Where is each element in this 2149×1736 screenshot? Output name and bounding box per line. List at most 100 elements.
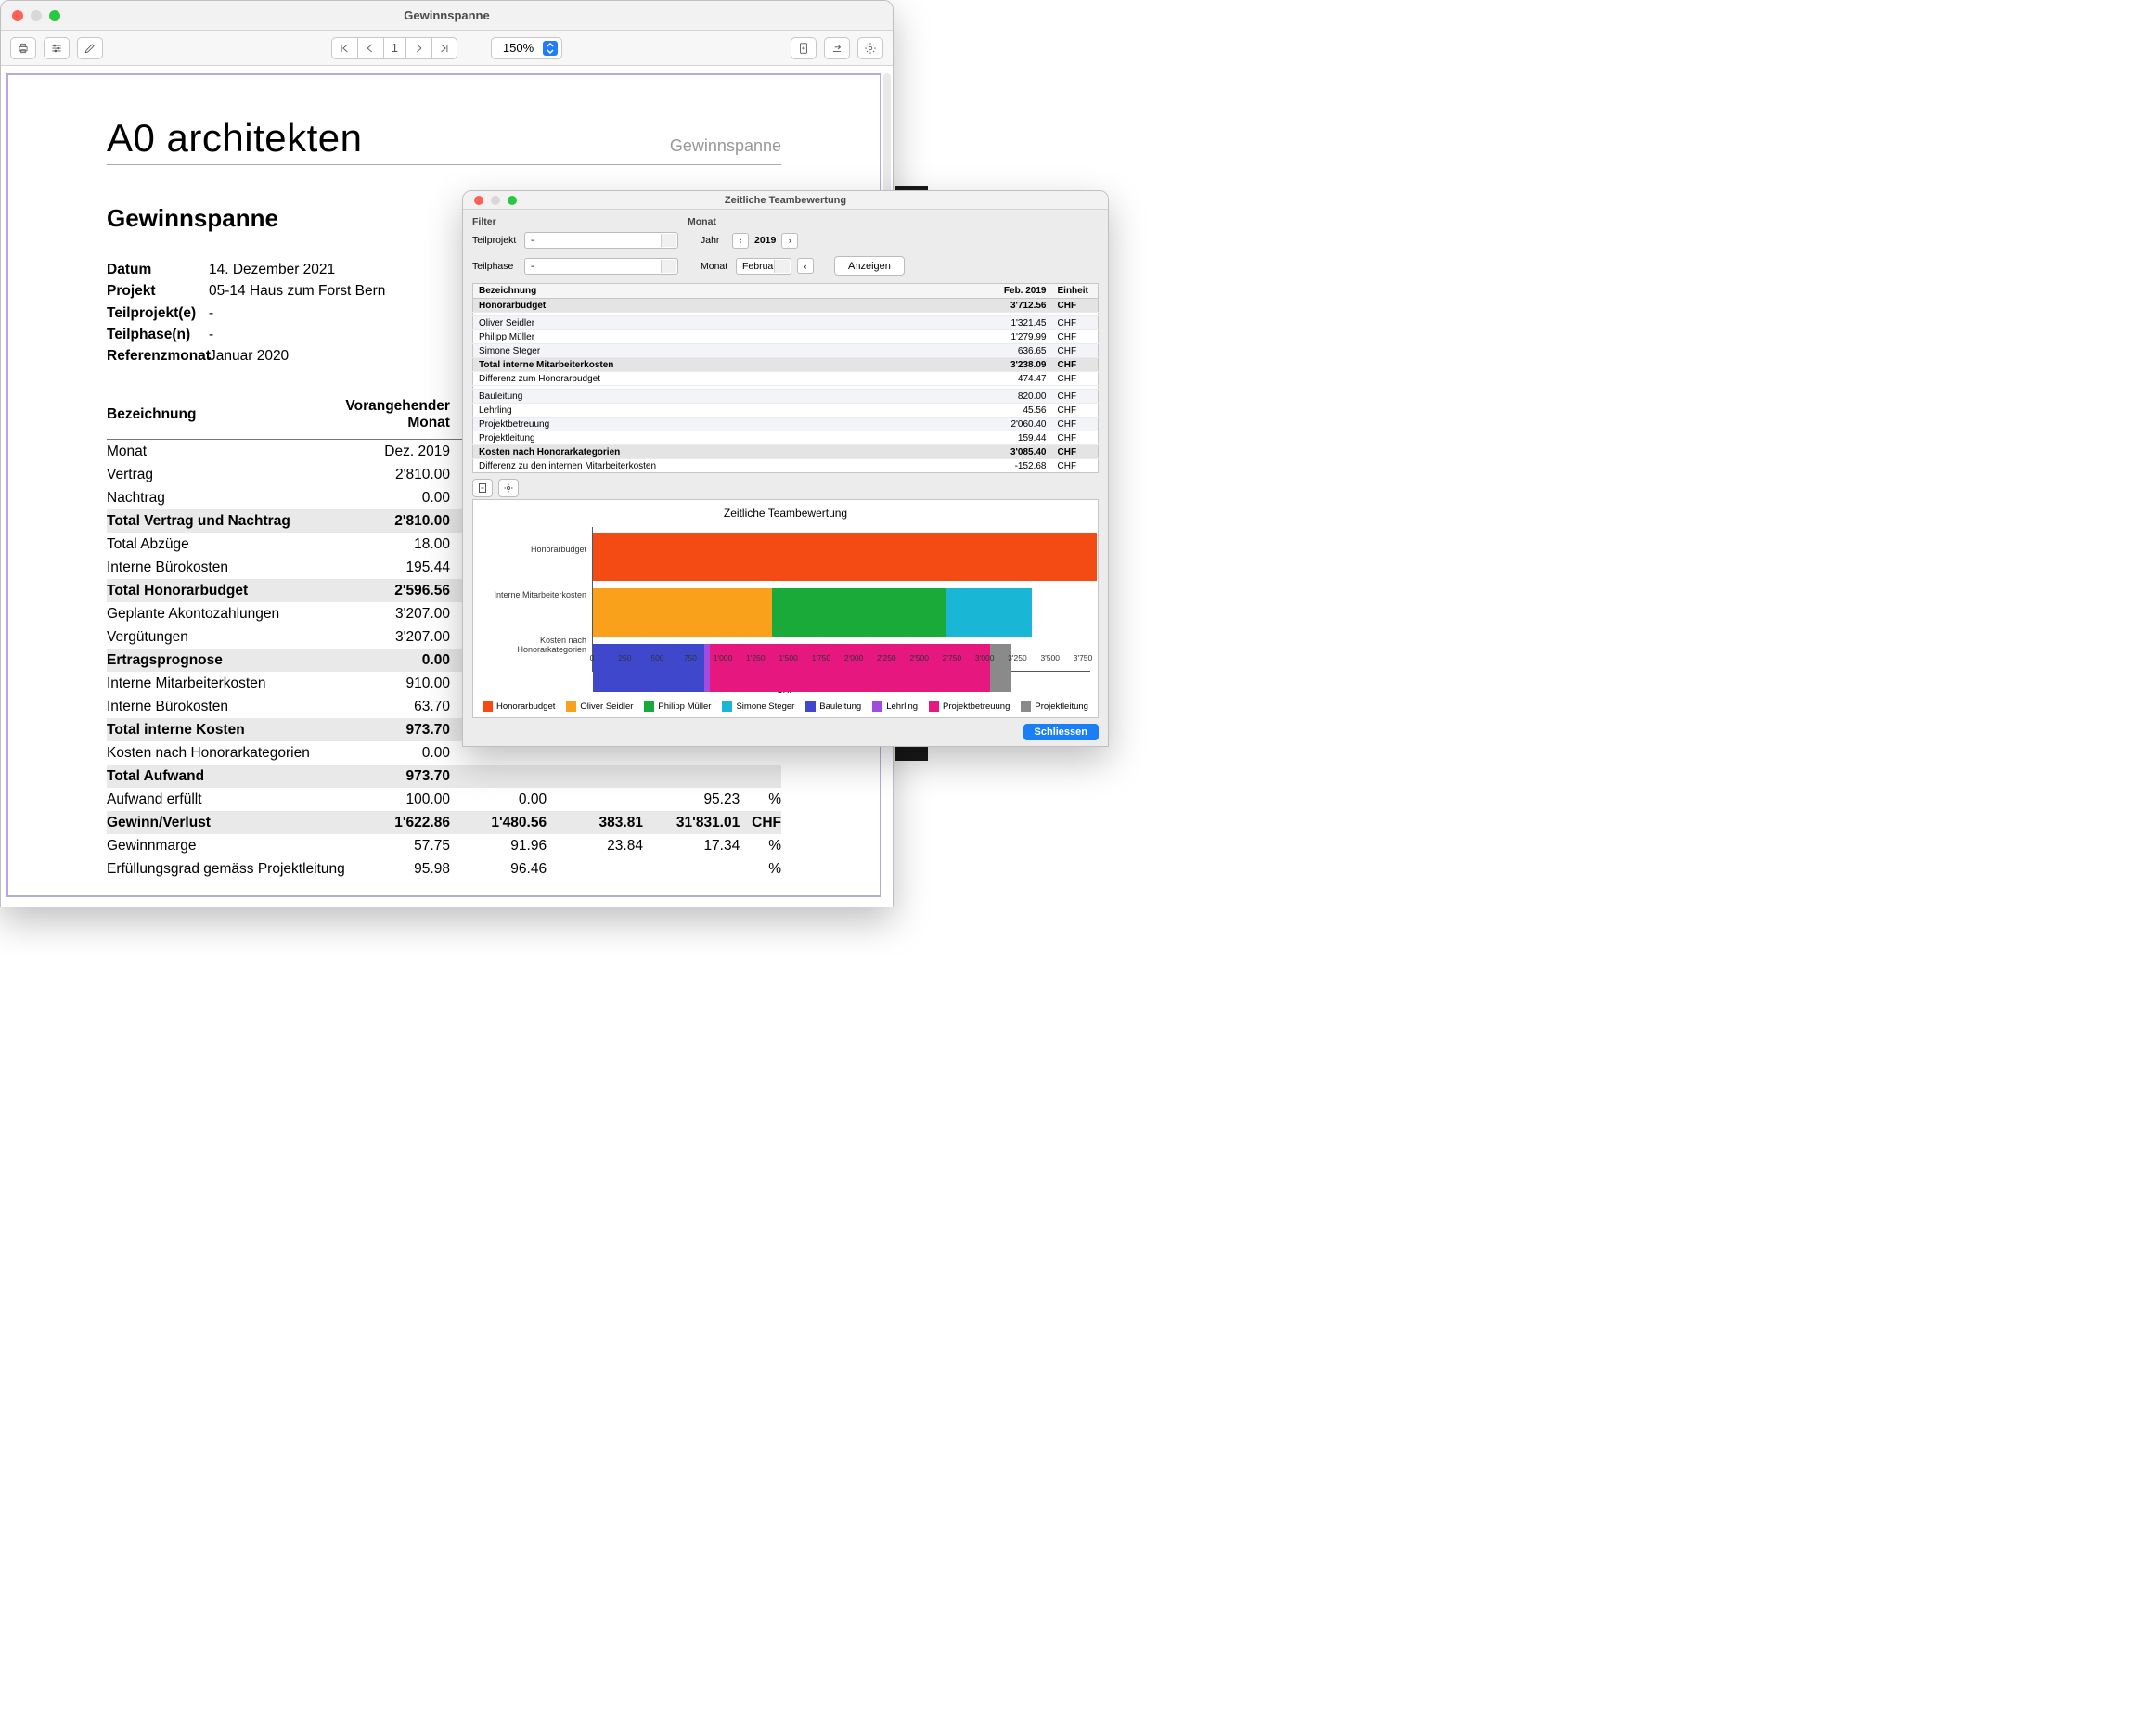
- cell-bez: Geplante Akontozahlungen: [107, 602, 345, 625]
- popup-close-dot[interactable]: [474, 196, 483, 205]
- popup-table: Bezeichnung Feb. 2019 Einheit Honorarbud…: [472, 283, 1099, 473]
- monat-field-label: Monat: [701, 261, 730, 272]
- meta-key: Teilphase(n): [107, 324, 209, 345]
- cell-bez: Interne Mitarbeiterkosten: [107, 672, 345, 695]
- monat-label: Monat: [688, 216, 716, 227]
- prev-page-button[interactable]: [357, 37, 383, 59]
- bar-category-label: Kosten nach Honorarkategorien: [481, 636, 586, 654]
- legend-swatch: [1021, 701, 1031, 712]
- axis-tick: 2'250: [877, 653, 896, 662]
- next-page-button[interactable]: [405, 37, 431, 59]
- th-period: Feb. 2019: [978, 284, 1052, 299]
- month-select[interactable]: Februar: [736, 258, 791, 275]
- legend-label: Lehrling: [886, 701, 918, 712]
- axis-tick: 1'500: [779, 653, 798, 662]
- legend-swatch: [722, 701, 732, 712]
- page-number[interactable]: 1: [383, 37, 405, 59]
- cell-bez: Nachtrag: [107, 486, 345, 509]
- anzeigen-button[interactable]: Anzeigen: [834, 256, 905, 276]
- axis-tick: 750: [684, 653, 697, 662]
- bar-category-label: Interne Mitarbeiterkosten: [481, 590, 586, 599]
- col-vorangehender: VorangehenderMonat: [345, 394, 450, 440]
- export-pdf-button[interactable]: [791, 37, 817, 59]
- popup-title: Zeitliche Teambewertung: [463, 195, 1108, 206]
- print-button[interactable]: [10, 37, 36, 59]
- gear-button[interactable]: [857, 37, 883, 59]
- legend-swatch: [483, 701, 493, 712]
- cell-bez: Total Abzüge: [107, 533, 345, 556]
- bar-segment: [593, 644, 704, 692]
- legend-label: Honorarbudget: [496, 701, 555, 712]
- year-next-button[interactable]: ›: [781, 233, 798, 249]
- legend-label: Philipp Müller: [658, 701, 711, 712]
- cell-bez: Interne Bürokosten: [107, 695, 345, 718]
- export-mini-button[interactable]: [472, 479, 493, 497]
- cell-bez: Gewinnmarge: [107, 834, 345, 857]
- close-button[interactable]: Schliessen: [1023, 724, 1099, 740]
- legend-label: Projektbetreuung: [943, 701, 1010, 712]
- zoom-select[interactable]: 150%: [491, 37, 562, 59]
- bar-segment: [593, 533, 1097, 581]
- cell-bez: Gewinn/Verlust: [107, 811, 345, 834]
- popup-zoom-dot[interactable]: [508, 196, 517, 205]
- popup-min-dot[interactable]: [491, 196, 500, 205]
- brand-title: A0 architekten: [107, 116, 363, 161]
- chart: Zeitliche Teambewertung HonorarbudgetInt…: [472, 499, 1099, 718]
- min-dot[interactable]: [31, 10, 42, 21]
- cell-bez: Total Vertrag und Nachtrag: [107, 509, 345, 533]
- share-button[interactable]: [824, 37, 850, 59]
- meta-val: 14. Dezember 2021: [209, 259, 335, 280]
- meta-key: Projekt: [107, 280, 209, 302]
- legend-label: Simone Steger: [736, 701, 794, 712]
- cell-bez: Total Aufwand: [107, 765, 345, 788]
- axis-tick: 1'000: [714, 653, 733, 662]
- meta-val: -: [209, 324, 213, 345]
- brand-subtitle: Gewinnspanne: [670, 136, 781, 156]
- legend-swatch: [872, 701, 882, 712]
- axis-tick: 0: [590, 653, 595, 662]
- gear-mini-button[interactable]: [498, 479, 519, 497]
- cell-bez: Erfüllungsgrad gemäss Projektleitung: [107, 857, 345, 881]
- legend-swatch: [805, 701, 816, 712]
- toolbar: 1 150%: [1, 31, 893, 66]
- meta-val: Januar 2020: [209, 345, 289, 366]
- year-prev-button[interactable]: ‹: [732, 233, 749, 249]
- meta-key: Teilprojekt(e): [107, 302, 209, 324]
- settings-button[interactable]: [44, 37, 70, 59]
- cell-bez: Monat: [107, 440, 345, 464]
- bar-segment: [593, 588, 772, 637]
- cell-bez: Aufwand erfüllt: [107, 788, 345, 811]
- edit-button[interactable]: [77, 37, 103, 59]
- zoom-value: 150%: [503, 41, 534, 55]
- axis-tick: 500: [650, 653, 663, 662]
- teilphase-select[interactable]: -: [524, 258, 678, 275]
- legend-label: Oliver Seidler: [580, 701, 633, 712]
- bar-segment: [990, 644, 1011, 692]
- zoom-dot[interactable]: [49, 10, 60, 21]
- meta-val: 05-14 Haus zum Forst Bern: [209, 280, 385, 302]
- axis-tick: 2'750: [943, 653, 962, 662]
- axis-tick: 3'750: [1074, 653, 1093, 662]
- legend-swatch: [644, 701, 654, 712]
- legend-label: Bauleitung: [819, 701, 861, 712]
- cell-bez: Ertragsprognose: [107, 649, 345, 672]
- axis-tick: 3'000: [975, 653, 995, 662]
- meta-val: -: [209, 302, 213, 324]
- axis-tick: 1'250: [746, 653, 766, 662]
- bar-category-label: Honorarbudget: [481, 545, 586, 554]
- teilprojekt-select[interactable]: -: [524, 232, 678, 249]
- th-unit: Einheit: [1052, 284, 1099, 299]
- teilprojekt-label: Teilprojekt: [472, 235, 519, 246]
- close-dot[interactable]: [12, 10, 23, 21]
- cell-bez: Interne Bürokosten: [107, 556, 345, 579]
- legend-label: Projektleitung: [1035, 701, 1088, 712]
- bar-segment: [772, 588, 946, 637]
- first-page-button[interactable]: [331, 37, 357, 59]
- month-prev-button[interactable]: ‹: [797, 258, 814, 274]
- legend-swatch: [566, 701, 576, 712]
- cell-bez: Total interne Kosten: [107, 718, 345, 741]
- last-page-button[interactable]: [431, 37, 457, 59]
- th-bez: Bezeichnung: [473, 284, 978, 299]
- bar-segment: [704, 644, 711, 692]
- chevron-updown-icon: [543, 41, 558, 56]
